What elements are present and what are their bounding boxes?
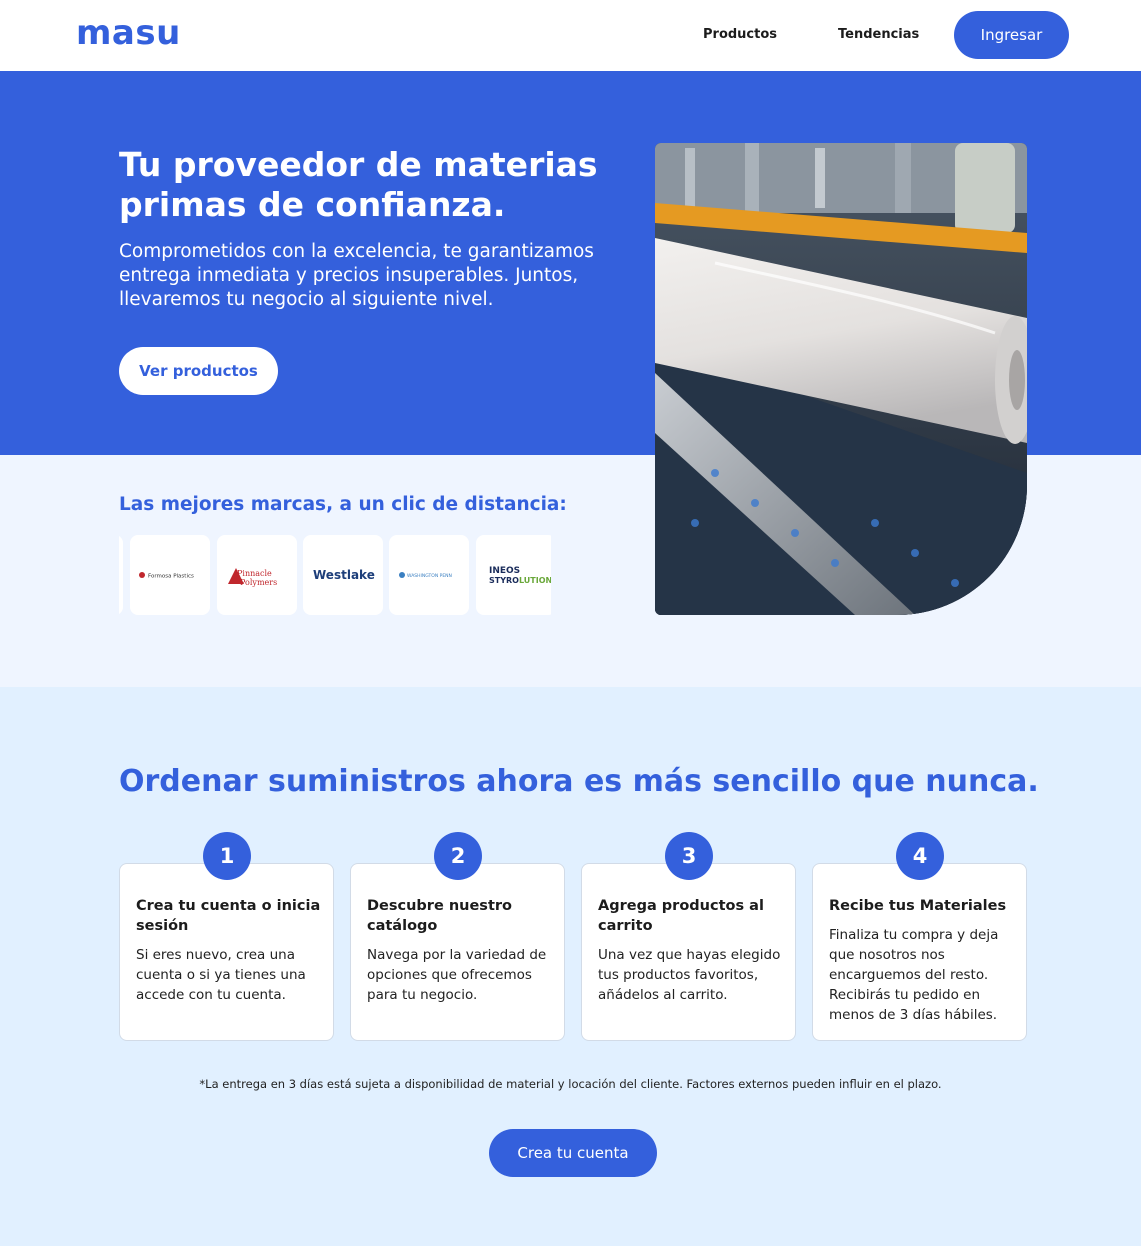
factory-roll-illustration xyxy=(655,143,1027,615)
svg-text:STYROLUTION: STYROLUTION xyxy=(489,576,551,585)
step-number-badge: 2 xyxy=(434,832,482,880)
brand-logo-pinnacle[interactable]: Pinnacle Polymers xyxy=(217,535,297,615)
step-card-1: 1 Crea tu cuenta o inicia sesión Si eres… xyxy=(119,832,334,1041)
svg-text:WASHINGTON PENN: WASHINGTON PENN xyxy=(407,573,452,579)
steps-title: Ordenar suministros ahora es más sencill… xyxy=(119,764,1039,799)
step-description: Navega por la variedad de opciones que o… xyxy=(367,947,547,1003)
step-title: Descubre nuestro catálogo xyxy=(367,898,512,934)
svg-text:INEOS: INEOS xyxy=(489,566,520,576)
step-title: Recibe tus Materiales xyxy=(829,898,1007,914)
step-title: Agrega productos al carrito xyxy=(598,898,764,934)
nav-link-tendencias[interactable]: Tendencias xyxy=(838,27,919,42)
top-navbar: masu Productos Tendencias Ingresar xyxy=(0,0,1141,71)
step-number-badge: 3 xyxy=(665,832,713,880)
washington-penn-logo: WASHINGTON PENN xyxy=(399,572,452,579)
step-card-3: 3 Agrega productos al carrito Una vez qu… xyxy=(581,832,796,1041)
brand-logo-ineos[interactable]: INEOS STYROLUTION xyxy=(476,535,551,615)
step-title: Crea tu cuenta o inicia sesión xyxy=(136,898,321,934)
brand-logo-westlake[interactable]: Westlake xyxy=(303,535,383,615)
svg-text:Polymers: Polymers xyxy=(240,578,277,587)
hero-title: Tu proveedor de materias primas de confi… xyxy=(119,145,598,224)
brand-logo-washington-penn[interactable]: WASHINGTON PENN xyxy=(389,535,469,615)
svg-text:Formosa Plastics: Formosa Plastics xyxy=(148,574,194,580)
hero-subtitle: Comprometidos con la excelencia, te gara… xyxy=(119,241,594,310)
delivery-disclaimer: *La entrega en 3 días está sujeta a disp… xyxy=(199,1077,942,1091)
step-number-badge: 1 xyxy=(203,832,251,880)
create-account-button[interactable]: Crea tu cuenta xyxy=(489,1129,657,1177)
hero-image-plastic-roll xyxy=(655,143,1027,615)
step-description: Una vez que hayas elegido tus productos … xyxy=(598,947,781,1003)
step-card-2: 2 Descubre nuestro catálogo Navega por l… xyxy=(350,832,565,1041)
ineos-styrolution-logo: INEOS STYROLUTION xyxy=(489,566,551,585)
svg-text:Westlake: Westlake xyxy=(313,568,375,582)
step-description: Si eres nuevo, crea una cuenta o si ya t… xyxy=(136,947,306,1003)
brands-carousel[interactable]: Formosa Plastics Pinnacle Polymers Westl… xyxy=(119,535,551,615)
svg-text:Pinnacle: Pinnacle xyxy=(237,569,272,578)
nav-link-productos[interactable]: Productos xyxy=(703,27,777,42)
formosa-logo: Formosa Plastics xyxy=(139,572,194,580)
login-button[interactable]: Ingresar xyxy=(954,11,1069,59)
step-number-badge: 4 xyxy=(896,832,944,880)
step-description: Finaliza tu compra y deja que nosotros n… xyxy=(829,927,999,1023)
westlake-logo: Westlake xyxy=(313,568,375,582)
view-products-button[interactable]: Ver productos xyxy=(119,347,278,395)
brand-logo-partial xyxy=(119,535,123,615)
brand-logo-formosa[interactable]: Formosa Plastics xyxy=(130,535,210,615)
brands-title: Las mejores marcas, a un clic de distanc… xyxy=(119,494,567,515)
step-card-4: 4 Recibe tus Materiales Finaliza tu comp… xyxy=(812,832,1027,1041)
masu-logo[interactable]: masu xyxy=(76,13,181,53)
pinnacle-logo: Pinnacle Polymers xyxy=(228,568,277,587)
